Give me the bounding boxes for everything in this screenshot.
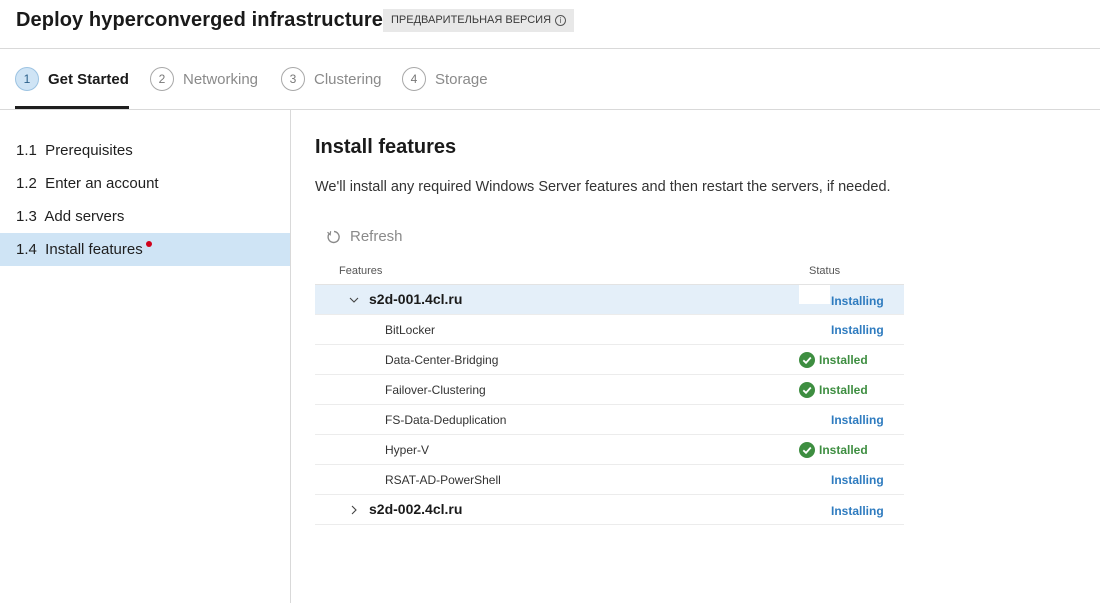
- sidebar-item-enter-account[interactable]: 1.2 Enter an account: [0, 167, 290, 200]
- status-placeholder: [799, 285, 830, 304]
- page-header: Deploy hyperconverged infrastructure ПРЕ…: [0, 0, 1100, 49]
- table-row[interactable]: FS-Data-Deduplication Installing: [315, 405, 904, 435]
- step-get-started[interactable]: 1 Get Started: [15, 66, 129, 92]
- sidebar-item-label: 1.2 Enter an account: [16, 175, 159, 192]
- sidebar-item-label: 1.3 Add servers: [16, 208, 125, 225]
- check-circle-icon: [799, 382, 815, 398]
- status-installing: Installing: [831, 294, 884, 308]
- chevron-right-icon[interactable]: [348, 504, 360, 516]
- server-row[interactable]: s2d-002.4cl.ru Installing: [315, 495, 904, 525]
- section-description: We'll install any required Windows Serve…: [315, 179, 891, 195]
- step-storage[interactable]: 4 Storage: [402, 66, 488, 92]
- feature-name: Hyper-V: [385, 443, 430, 457]
- page-title: Deploy hyperconverged infrastructure: [16, 9, 384, 31]
- table-row[interactable]: RSAT-AD-PowerShell Installing: [315, 465, 904, 495]
- step-number: 4: [402, 67, 426, 91]
- check-circle-icon: [799, 442, 815, 458]
- server-name: s2d-002.4cl.ru: [369, 501, 463, 517]
- server-row[interactable]: s2d-001.4cl.ru Installing: [315, 285, 904, 315]
- feature-name: BitLocker: [385, 323, 436, 337]
- step-number: 2: [150, 67, 174, 91]
- table-row[interactable]: Hyper-V Installed: [315, 435, 904, 465]
- status-installing: Installing: [831, 323, 884, 337]
- wizard-steps: 1 Get Started 2 Networking 3 Clustering …: [0, 49, 1100, 110]
- table-row[interactable]: Data-Center-Bridging Installed: [315, 345, 904, 375]
- status-installed: Installed: [799, 352, 868, 368]
- sidebar: 1.1 Prerequisites 1.2 Enter an account 1…: [0, 110, 291, 603]
- status-installing: Installing: [831, 473, 884, 487]
- chevron-down-icon[interactable]: [348, 294, 360, 306]
- status-label: Installed: [819, 443, 868, 457]
- step-clustering[interactable]: 3 Clustering: [281, 66, 382, 92]
- preview-badge-label: ПРЕДВАРИТЕЛЬНАЯ ВЕРСИЯ: [391, 14, 552, 26]
- status-installing: Installing: [831, 413, 884, 427]
- step-number: 3: [281, 67, 305, 91]
- check-circle-icon: [799, 352, 815, 368]
- sidebar-item-label: 1.1 Prerequisites: [16, 142, 133, 159]
- sidebar-item-add-servers[interactable]: 1.3 Add servers: [0, 200, 290, 233]
- column-header-status[interactable]: Status: [809, 265, 840, 277]
- status-label: Installed: [819, 353, 868, 367]
- table-row[interactable]: Failover-Clustering Installed: [315, 375, 904, 405]
- sidebar-item-install-features[interactable]: 1.4 Install features: [0, 233, 290, 266]
- column-header-features[interactable]: Features: [339, 265, 382, 277]
- feature-name: FS-Data-Deduplication: [385, 413, 507, 427]
- status-label: Installed: [819, 383, 868, 397]
- feature-name: Failover-Clustering: [385, 383, 486, 397]
- feature-name: RSAT-AD-PowerShell: [385, 473, 501, 487]
- refresh-label: Refresh: [350, 228, 403, 245]
- table-row[interactable]: BitLocker Installing: [315, 315, 904, 345]
- step-networking[interactable]: 2 Networking: [150, 66, 258, 92]
- refresh-icon: [327, 230, 340, 243]
- status-installed: Installed: [799, 442, 868, 458]
- features-table: Features Status s2d-001.4cl.ru Installin…: [315, 262, 904, 525]
- feature-name: Data-Center-Bridging: [385, 353, 499, 367]
- active-step-indicator: [15, 106, 129, 109]
- server-name: s2d-001.4cl.ru: [369, 291, 463, 307]
- sidebar-item-label: 1.4 Install features: [16, 241, 143, 258]
- step-label: Storage: [435, 70, 488, 88]
- section-title: Install features: [315, 136, 457, 158]
- sidebar-item-prerequisites[interactable]: 1.1 Prerequisites: [0, 134, 290, 167]
- step-number: 1: [15, 67, 39, 91]
- refresh-button[interactable]: Refresh: [326, 228, 403, 245]
- required-indicator-dot: [145, 241, 152, 247]
- status-installing: Installing: [831, 504, 884, 518]
- step-label: Get Started: [48, 70, 129, 88]
- status-installed: Installed: [799, 382, 868, 398]
- step-label: Networking: [183, 70, 259, 88]
- step-label: Clustering: [314, 70, 382, 88]
- table-header: Features Status: [315, 262, 904, 285]
- info-icon[interactable]: i: [555, 15, 567, 26]
- preview-badge[interactable]: ПРЕДВАРИТЕЛЬНАЯ ВЕРСИЯ i: [383, 9, 575, 32]
